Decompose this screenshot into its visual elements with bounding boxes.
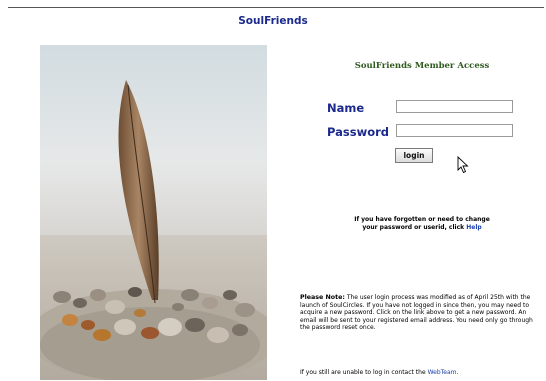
password-input[interactable] [396, 124, 513, 137]
forgot-line-2-text: your password or userid, click [362, 224, 467, 231]
forgot-line-1: If you have forgotten or need to change [354, 216, 490, 223]
member-access-heading: SoulFriends Member Access [354, 61, 490, 71]
top-divider [8, 7, 544, 8]
login-button[interactable]: login [395, 148, 433, 163]
forgot-line-2: your password or userid, click Help [306, 224, 538, 232]
password-label: Password [327, 125, 389, 139]
please-note-text: Please Note: The user login process was … [300, 294, 540, 332]
forgot-password-text: If you have forgotten or need to change … [306, 216, 538, 232]
name-label: Name [327, 101, 365, 115]
mouse-pointer-icon [457, 156, 469, 174]
note-heading: Please Note: [300, 294, 345, 301]
site-title: SoulFriends [238, 15, 308, 27]
feather-photo [40, 45, 267, 380]
help-link[interactable]: Help [466, 224, 481, 231]
contact-prefix: If you still are unable to log in contac… [300, 369, 428, 376]
name-input[interactable] [396, 100, 513, 113]
contact-suffix: . [456, 369, 459, 376]
contact-text: If you still are unable to log in contac… [300, 369, 540, 376]
webteam-link[interactable]: WebTeam [428, 369, 457, 376]
